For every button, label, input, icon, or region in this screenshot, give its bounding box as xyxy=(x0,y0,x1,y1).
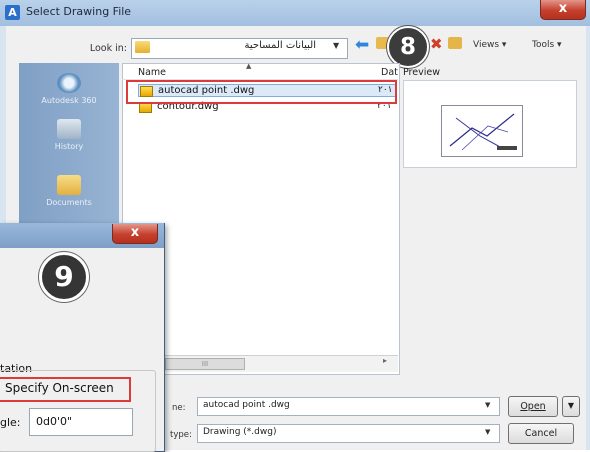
autocad-app-icon: A xyxy=(5,5,20,20)
place-documents[interactable]: Documents xyxy=(19,175,119,207)
look-in-label: Look in: xyxy=(89,43,127,54)
views-menu[interactable]: Views ▾ xyxy=(473,40,506,50)
open-button[interactable]: Open xyxy=(508,396,558,417)
place-label: Autodesk 360 xyxy=(41,96,97,105)
look-in-value: البيانات المساحية xyxy=(244,40,316,51)
highlight-box-specify xyxy=(0,377,131,402)
preview-label: Preview xyxy=(403,67,440,78)
highlight-box-file xyxy=(126,80,397,104)
chevron-down-icon[interactable]: ▼ xyxy=(333,41,339,50)
history-icon xyxy=(57,119,81,139)
cancel-button[interactable]: Cancel xyxy=(508,423,574,444)
folder-icon xyxy=(135,41,150,53)
scrollbar-grip: III xyxy=(201,360,209,368)
scroll-right-icon[interactable]: ▸ xyxy=(383,356,387,365)
open-options-dropdown[interactable]: ▼ xyxy=(562,396,580,417)
close-button[interactable]: x xyxy=(112,224,158,244)
place-history[interactable]: History xyxy=(19,119,119,151)
step-badge-9: 9 xyxy=(39,252,89,302)
column-header-date[interactable]: Dat xyxy=(381,67,398,78)
place-label: History xyxy=(54,142,84,151)
file-name-label: ne: xyxy=(172,403,186,413)
views-label: Views xyxy=(473,40,500,50)
close-button[interactable]: x xyxy=(540,0,586,20)
place-autodesk-360[interactable]: Autodesk 360 xyxy=(19,73,119,105)
tools-label: Tools xyxy=(532,40,555,50)
drawing-preview-thumbnail xyxy=(441,105,523,157)
angle-label: gle: xyxy=(0,416,21,429)
documents-icon xyxy=(57,175,81,195)
open-label: Open xyxy=(520,401,546,412)
back-arrow-icon[interactable]: ⬅ xyxy=(355,35,369,55)
angle-value: 0d0'0" xyxy=(36,415,73,428)
sort-indicator-icon: ▲ xyxy=(246,62,252,70)
scrollbar-thumb[interactable]: III xyxy=(165,358,245,370)
file-type-value: Drawing (*.dwg) xyxy=(203,427,277,437)
delete-icon[interactable]: ✖ xyxy=(430,35,443,53)
chevron-down-icon[interactable]: ▼ xyxy=(485,401,490,409)
chevron-down-icon[interactable]: ▼ xyxy=(485,428,490,436)
column-header-name[interactable]: Name xyxy=(138,67,166,78)
tools-menu[interactable]: Tools ▾ xyxy=(532,40,562,50)
file-type-label: type: xyxy=(170,430,192,440)
file-name-value: autocad point .dwg xyxy=(203,400,290,410)
place-label: Documents xyxy=(46,198,92,207)
step-badge-8: 8 xyxy=(387,26,429,68)
places-sidebar: Autodesk 360 History Documents xyxy=(19,63,119,248)
new-folder-icon[interactable] xyxy=(448,37,462,49)
autodesk-360-icon xyxy=(57,73,81,93)
window-title: Select Drawing File xyxy=(26,5,132,18)
